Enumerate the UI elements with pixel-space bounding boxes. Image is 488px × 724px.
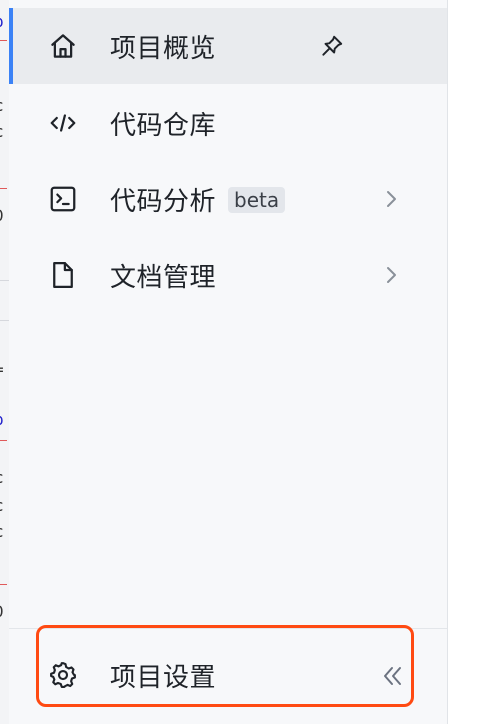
double-chevron-left-icon[interactable] xyxy=(377,660,409,692)
background-divider xyxy=(0,280,9,281)
pin-icon[interactable] xyxy=(317,31,347,61)
sidebar-item-docs[interactable]: 文档管理 xyxy=(9,237,447,313)
sidebar-item-label: 文档管理 xyxy=(110,262,217,293)
background-fragment: 0 xyxy=(0,604,4,620)
code-icon xyxy=(47,107,79,139)
sidebar-item-repository[interactable]: 代码仓库 xyxy=(9,85,447,161)
sidebar-item-label: 项目设置 xyxy=(110,662,217,693)
gear-icon xyxy=(47,659,79,691)
document-icon xyxy=(47,259,79,291)
background-dash xyxy=(0,440,7,441)
sidebar-item-code-analysis[interactable]: 代码分析 beta xyxy=(9,161,447,237)
sidebar-item-label: 代码分析 beta xyxy=(110,181,286,218)
footer-divider xyxy=(9,628,447,629)
sidebar-footer: 项目设置 xyxy=(9,625,447,710)
background-fragment: p xyxy=(0,14,4,30)
background-dash xyxy=(0,188,7,189)
background-dash xyxy=(0,40,7,41)
sidebar-item-overview[interactable]: 项目概览 xyxy=(9,8,447,84)
content-area-edge xyxy=(448,0,488,724)
sidebar: 项目概览 代码仓库 代码分析 beta 文档管理 项目设置 xyxy=(9,0,448,724)
background-divider xyxy=(0,320,9,321)
background-fragment: c xyxy=(0,524,4,540)
background-fragment: p xyxy=(0,412,4,428)
sidebar-item-label: 项目概览 xyxy=(110,33,217,64)
chevron-right-icon[interactable] xyxy=(381,265,401,285)
background-fragment: c xyxy=(0,98,4,114)
sidebar-item-label: 代码仓库 xyxy=(110,110,217,141)
background-fragment: c xyxy=(0,498,4,514)
active-indicator xyxy=(9,8,13,84)
sidebar-item-settings[interactable]: 项目设置 xyxy=(9,640,369,710)
beta-badge: beta xyxy=(228,186,286,213)
chevron-right-icon[interactable] xyxy=(381,189,401,209)
home-icon xyxy=(47,30,79,62)
background-fragment: c xyxy=(0,124,4,140)
background-fragment: c xyxy=(0,470,4,486)
background-fragment: = xyxy=(0,362,4,378)
background-dash xyxy=(0,584,7,585)
terminal-icon xyxy=(47,183,79,215)
sidebar-item-text: 代码分析 xyxy=(110,186,217,217)
background-fragment: 0 xyxy=(0,208,4,224)
